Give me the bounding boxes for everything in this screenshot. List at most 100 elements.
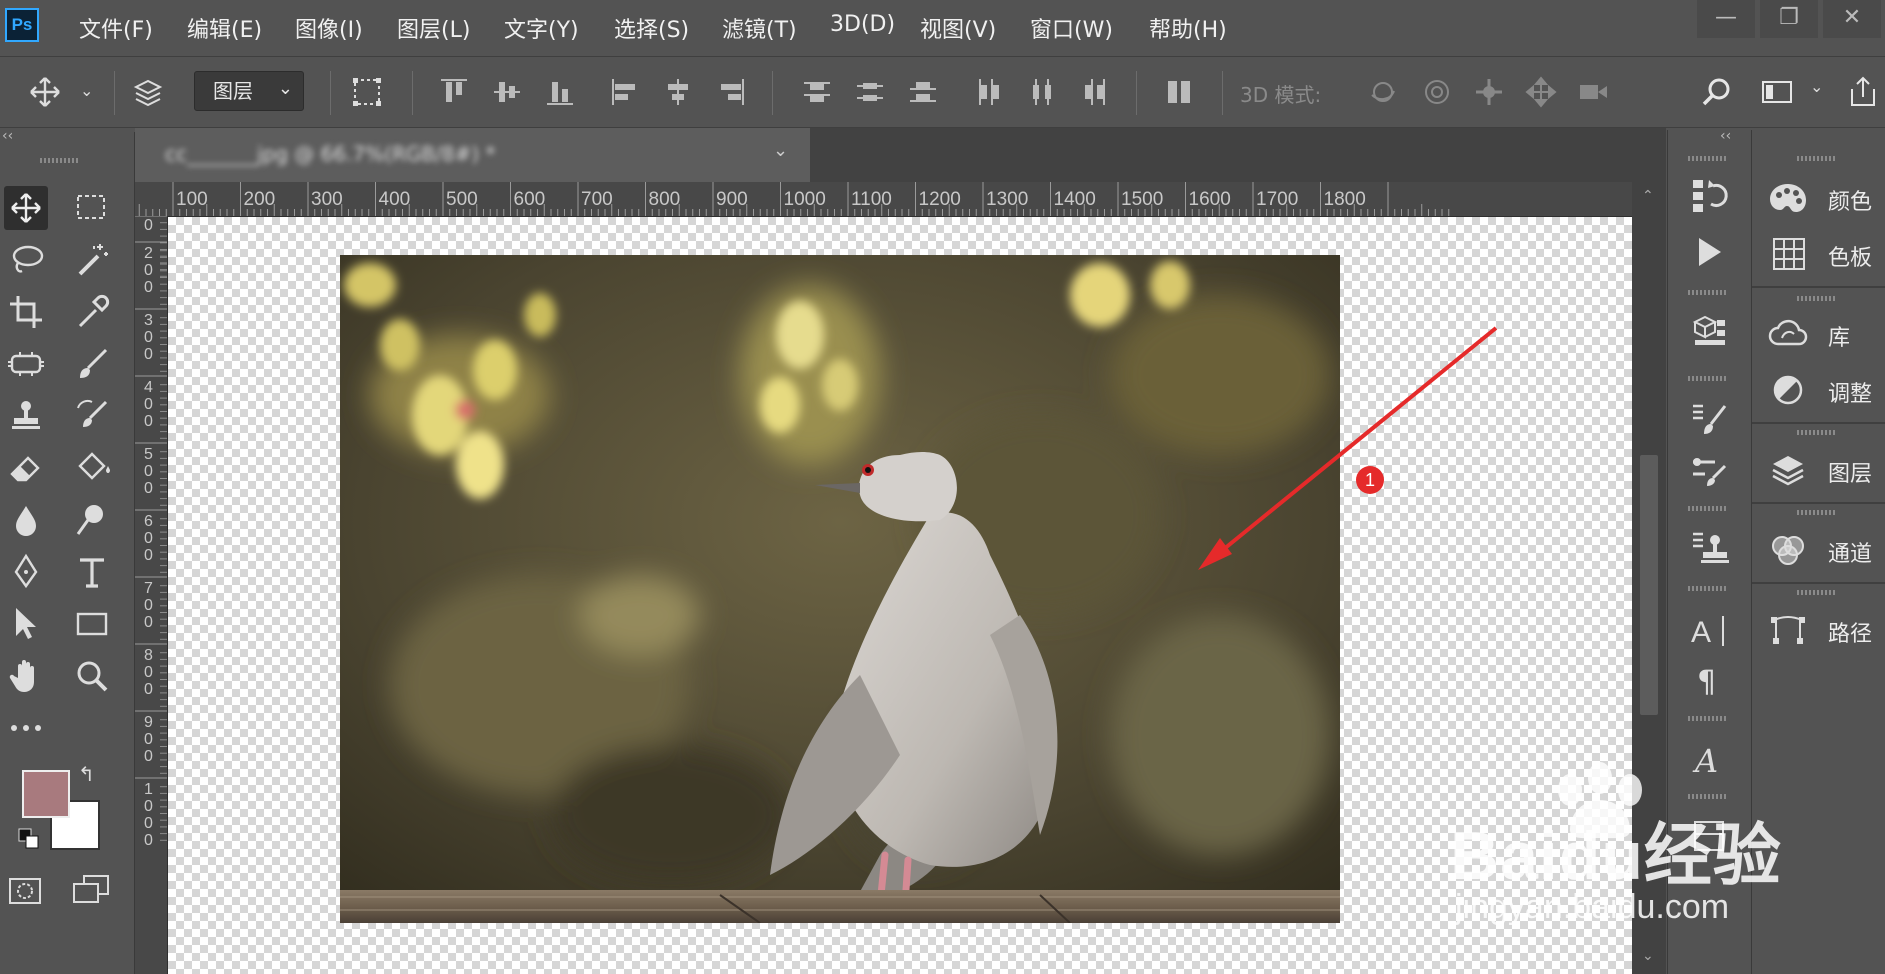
minimize-button[interactable]: — <box>1697 0 1755 38</box>
brush-settings-icon[interactable] <box>1687 398 1731 442</box>
distribute-vertical-center-icon[interactable] <box>853 75 887 109</box>
ruler-label-digit: 0 <box>144 832 153 849</box>
orbit-3d-icon[interactable] <box>1366 75 1400 109</box>
share-icon[interactable] <box>1846 75 1880 109</box>
panel-paths[interactable]: 路径 <box>1752 600 1885 660</box>
align-left-icon[interactable] <box>608 75 642 109</box>
edit-toolbar-button[interactable] <box>4 706 48 750</box>
default-colors-icon[interactable] <box>18 828 40 850</box>
marquee-tool[interactable] <box>70 186 114 230</box>
distribute-right-icon[interactable] <box>1078 75 1112 109</box>
adjustments-icon <box>1773 375 1803 405</box>
auto-select-layers-icon[interactable] <box>132 75 166 109</box>
ruler-label: 200 <box>244 189 276 210</box>
brush-tool[interactable] <box>70 342 114 386</box>
close-button[interactable]: ✕ <box>1823 0 1881 38</box>
chevron-down-icon[interactable]: ⌄ <box>80 81 93 100</box>
move-tool-icon[interactable] <box>28 75 62 109</box>
pen-tool[interactable] <box>4 550 48 594</box>
distribute-bottom-icon[interactable] <box>906 75 940 109</box>
menu-image[interactable]: 图像(I) <box>295 12 363 44</box>
slide-3d-icon[interactable] <box>1524 75 1558 109</box>
menu-select[interactable]: 选择(S) <box>614 12 689 44</box>
distribute-left-icon[interactable] <box>972 75 1006 109</box>
move-tool[interactable] <box>4 186 48 230</box>
roll-3d-icon[interactable] <box>1420 75 1454 109</box>
scroll-up-icon[interactable]: ⌃ <box>1642 188 1654 204</box>
menu-filter[interactable]: 滤镜(T) <box>722 12 797 44</box>
history-icon[interactable] <box>1687 174 1731 218</box>
foreground-color-swatch[interactable] <box>22 770 70 818</box>
screen-mode-icon[interactable] <box>72 874 110 906</box>
dodge-tool[interactable] <box>70 498 114 542</box>
menu-file[interactable]: 文件(F) <box>79 12 153 44</box>
clone-stamp-tool[interactable] <box>4 394 48 438</box>
distribute-top-icon[interactable] <box>800 75 834 109</box>
chevron-down-icon[interactable]: ⌄ <box>1810 77 1823 96</box>
auto-select-dropdown[interactable]: 图层 ⌄ <box>194 71 304 111</box>
quick-mask-icon[interactable] <box>8 876 42 906</box>
document-tab[interactable]: cc_______jpg @ 66.7%(RGB/8#) * ⌄ <box>135 128 810 182</box>
healing-brush-tool[interactable] <box>4 342 48 386</box>
clone-source-icon[interactable] <box>1687 526 1731 570</box>
ruler-label-digit: 2 <box>144 245 153 262</box>
menu-window[interactable]: 窗口(W) <box>1030 12 1113 44</box>
close-tab-icon[interactable]: ⌄ <box>773 140 788 161</box>
align-vertical-center-icon[interactable] <box>490 75 524 109</box>
auto-align-layers-icon[interactable] <box>1162 75 1196 109</box>
3d-properties-icon[interactable] <box>1687 310 1731 354</box>
eyedropper-tool[interactable] <box>70 290 114 334</box>
scroll-down-icon[interactable]: ⌄ <box>1642 948 1654 964</box>
paint-bucket-tool[interactable] <box>70 446 114 490</box>
align-bottom-icon[interactable] <box>543 75 577 109</box>
panel-swatches[interactable]: 色板 <box>1752 224 1885 284</box>
panel-layers[interactable]: 图层 <box>1752 440 1885 500</box>
glyphs-icon[interactable]: A <box>1687 736 1731 780</box>
zoom-tool[interactable] <box>70 654 114 698</box>
3d-mode-label: 3D 模式: <box>1240 83 1322 107</box>
restore-button[interactable]: ❐ <box>1760 0 1818 38</box>
menu-type[interactable]: 文字(Y) <box>504 12 579 44</box>
panel-channels[interactable]: 通道 <box>1752 520 1885 580</box>
brush-presets-icon[interactable] <box>1687 448 1731 492</box>
history-brush-tool[interactable] <box>70 394 114 438</box>
menu-help[interactable]: 帮助(H) <box>1149 12 1227 44</box>
align-right-icon[interactable] <box>714 75 748 109</box>
rectangle-marquee-icon <box>77 195 105 219</box>
layers-icon <box>1772 456 1804 486</box>
crop-tool[interactable] <box>4 290 48 334</box>
blur-tool[interactable] <box>4 498 48 542</box>
paragraph-icon[interactable]: ¶ <box>1687 658 1731 702</box>
magic-wand-tool[interactable] <box>70 238 114 282</box>
menu-edit[interactable]: 编辑(E) <box>187 12 262 44</box>
scrollbar-thumb[interactable] <box>1640 455 1658 715</box>
swap-colors-icon[interactable]: ↰ <box>78 762 95 786</box>
panel-libraries[interactable]: 库 <box>1752 304 1885 364</box>
distribute-horizontal-center-icon[interactable] <box>1025 75 1059 109</box>
pan-3d-icon[interactable] <box>1472 75 1506 109</box>
hand-tool[interactable] <box>4 654 48 698</box>
lasso-icon <box>12 245 44 273</box>
lasso-tool[interactable] <box>4 238 48 282</box>
eraser-tool[interactable] <box>4 446 48 490</box>
transform-controls-icon[interactable] <box>350 75 384 109</box>
rectangle-tool[interactable] <box>70 602 114 646</box>
panel-adjustments[interactable]: 调整 <box>1752 360 1885 420</box>
watermark-url: jingyan.baidu.com <box>1455 888 1730 926</box>
menu-layer[interactable]: 图层(L) <box>397 12 470 44</box>
scale-3d-icon[interactable] <box>1576 75 1610 109</box>
menu-3d[interactable]: 3D(D) <box>830 12 895 37</box>
path-selection-tool[interactable] <box>4 602 48 646</box>
workspace-icon[interactable] <box>1760 75 1794 109</box>
align-horizontal-center-icon[interactable] <box>661 75 695 109</box>
collapse-icon[interactable]: ‹‹ <box>1720 128 1731 144</box>
align-top-icon[interactable] <box>437 75 471 109</box>
character-icon[interactable]: A <box>1687 608 1731 652</box>
eraser-icon <box>10 456 40 482</box>
search-icon[interactable] <box>1700 75 1734 109</box>
panel-color[interactable]: 颜色 <box>1752 168 1885 228</box>
menu-view[interactable]: 视图(V) <box>920 12 996 44</box>
type-tool[interactable] <box>70 550 114 594</box>
play-actions-icon[interactable] <box>1687 230 1731 274</box>
collapse-icon[interactable]: ‹‹ <box>2 128 13 144</box>
